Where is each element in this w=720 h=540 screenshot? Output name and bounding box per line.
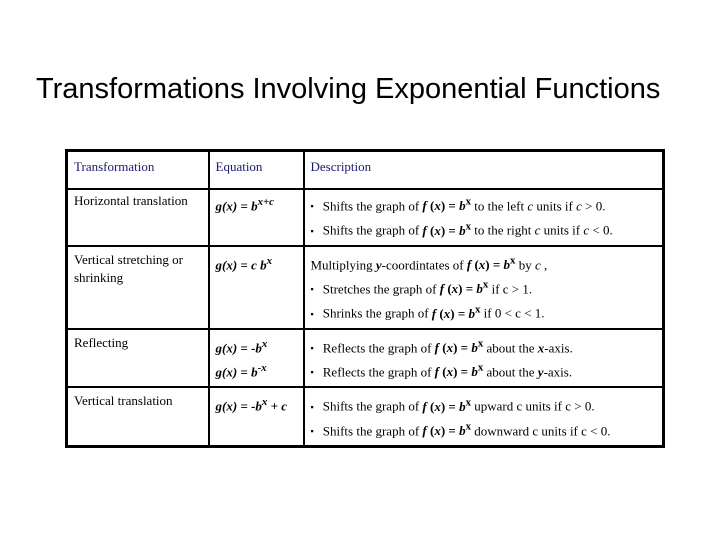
table-row: Horizontal translation g(x) = bx+c ▪ Shi…: [65, 188, 665, 247]
equation: g(x) = -bx + c: [215, 396, 288, 414]
bullet-icon: ▪: [310, 201, 314, 212]
transformations-table: Transformation Equation Description Hori…: [65, 149, 665, 448]
description-bullet: ▪ Shifts the graph of f (x) = bx upward …: [311, 392, 658, 416]
description-intro: Multiplying y-coordintates of f (x) = bx…: [310, 254, 548, 272]
bullet-icon: ▪: [310, 425, 314, 436]
bullet-icon: ▪: [310, 401, 314, 412]
description-bullet: ▪ Reflects the graph of f (x) = bx about…: [311, 334, 658, 358]
description-bullet: ▪ Shifts the graph of f (x) = bx downwar…: [311, 417, 658, 441]
bullet-icon: ▪: [310, 308, 314, 319]
equation: g(x) = b-x: [215, 361, 267, 380]
table-row: Vertical translation g(x) = -bx + c ▪ Sh…: [65, 386, 665, 448]
description-bullet: ▪ Shrinks the graph of f (x) = bx if 0 <…: [311, 299, 658, 323]
description-bullet: ▪ Reflects the graph of f (x) = bx about…: [311, 358, 658, 382]
slide-title: Transformations Involving Exponential Fu…: [36, 73, 661, 105]
description-bullet: ▪ Shifts the graph of f (x) = bx to the …: [311, 192, 658, 216]
bullet-icon: ▪: [310, 225, 314, 236]
description-bullet: ▪ Shifts the graph of f (x) = bx to the …: [311, 216, 658, 240]
table-row: Vertical stretching or shrinking g(x) = …: [65, 244, 665, 330]
equation-cell: g(x) = -bx g(x) = b-x: [207, 327, 305, 389]
header-equation: Equation: [207, 149, 305, 190]
description-cell: ▪ Shifts the graph of f (x) = bx upward …: [302, 386, 665, 448]
equation: g(x) = -bx: [215, 337, 268, 355]
transformation-cell: Horizontal translation: [65, 188, 210, 247]
description-cell: Multiplying y-coordintates of f (x) = bx…: [302, 244, 665, 330]
transformation-cell: Vertical translation: [65, 386, 210, 448]
equation: g(x) = bx+c: [215, 196, 274, 214]
equation-cell: g(x) = bx+c: [207, 188, 305, 247]
equation-cell: g(x) = c bx: [207, 244, 305, 330]
description-cell: ▪ Reflects the graph of f (x) = bx about…: [302, 327, 665, 389]
bullet-icon: ▪: [310, 367, 314, 378]
equation-cell: g(x) = -bx + c: [207, 386, 305, 448]
header-transformation: Transformation: [65, 149, 210, 190]
equation: g(x) = c bx: [215, 254, 273, 272]
bullet-icon: ▪: [310, 342, 314, 353]
table-row: Reflecting g(x) = -bx g(x) = b-x ▪ Refle…: [65, 327, 665, 389]
transformation-cell: Vertical stretching or shrinking: [65, 244, 210, 330]
transformation-cell: Reflecting: [65, 327, 210, 389]
description-cell: ▪ Shifts the graph of f (x) = bx to the …: [302, 188, 665, 247]
table-header-row: Transformation Equation Description: [65, 149, 665, 190]
bullet-icon: ▪: [310, 284, 314, 295]
description-bullet: ▪ Stretches the graph of f (x) = bx if c…: [311, 275, 658, 299]
header-description: Description: [302, 149, 665, 190]
